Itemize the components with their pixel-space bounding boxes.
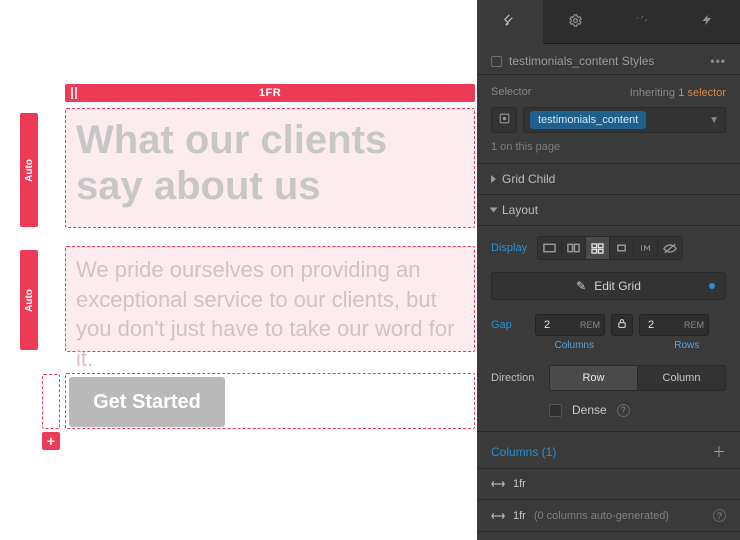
display-block-button[interactable] (538, 237, 562, 259)
gap-rows-sublabel: Rows (648, 340, 727, 351)
column-drag-handle-icon[interactable] (71, 87, 77, 99)
grid-cell-heading[interactable]: What our clients say about us (65, 108, 475, 228)
display-label: Display (491, 242, 531, 254)
lock-icon (617, 318, 627, 332)
styles-breadcrumb: testimonials_content Styles (509, 54, 654, 68)
cta-button[interactable]: Get Started (69, 377, 225, 427)
gap-label: Gap (491, 319, 529, 331)
panel-tabs (477, 0, 740, 44)
column-item[interactable]: 1fr (477, 469, 740, 500)
inheriting-count[interactable]: 1 selector (678, 87, 726, 99)
selector-count: 1 on this page (491, 141, 726, 153)
body-text: We pride ourselves on providing an excep… (76, 255, 464, 374)
modified-indicator-icon (709, 283, 715, 289)
selector-section: Selector Inheriting 1 selector testimoni… (477, 75, 740, 164)
bolt-icon (701, 13, 713, 31)
direction-row-button[interactable]: Row (550, 366, 638, 390)
display-button-group (537, 236, 683, 260)
direction-label: Direction (491, 372, 541, 384)
grid-column-header[interactable]: 1FR (65, 84, 475, 102)
grid-row-fr-placeholder[interactable] (42, 374, 60, 429)
help-icon[interactable]: ? (713, 509, 726, 522)
dense-label: Dense (572, 403, 607, 417)
display-inline-button[interactable] (634, 237, 658, 259)
styles-breadcrumb-section: testimonials_content Styles ••• (477, 44, 740, 75)
columns-section-header[interactable]: Columns (1) ＋ (477, 432, 740, 469)
selector-target-button[interactable] (491, 107, 517, 133)
flex-icon (567, 243, 580, 253)
gap-rows-input[interactable]: 2 REM (639, 314, 709, 336)
block-icon (543, 243, 556, 253)
tab-interactions[interactable] (674, 0, 740, 44)
brush-icon (503, 13, 517, 31)
selector-chip-field[interactable]: testimonials_content ▼ (523, 107, 726, 133)
display-grid-button[interactable] (586, 237, 610, 259)
grid-row-badge-1[interactable]: Auto (20, 113, 38, 227)
inline-block-icon (615, 243, 628, 253)
selector-chip[interactable]: testimonials_content (530, 111, 646, 129)
help-icon[interactable]: ? (617, 404, 630, 417)
edit-grid-button[interactable]: ✎ Edit Grid (491, 272, 726, 300)
heading-text: What our clients say about us (76, 117, 464, 209)
dense-checkbox[interactable] (549, 404, 562, 417)
caret-down-icon (490, 208, 498, 213)
display-flex-button[interactable] (562, 237, 586, 259)
gap-columns-input[interactable]: 2 REM (535, 314, 605, 336)
tab-settings[interactable] (543, 0, 609, 44)
chevron-down-icon[interactable]: ▼ (709, 115, 719, 126)
direction-segment: Row Column (549, 365, 726, 391)
selector-label: Selector (491, 86, 531, 98)
grid-cell-body[interactable]: We pride ourselves on providing an excep… (65, 246, 475, 352)
tab-effects[interactable] (609, 0, 675, 44)
style-panel: testimonials_content Styles ••• Selector… (477, 0, 740, 540)
layout-section-body: Display ✎ Edit Grid Gap 2 REM (477, 226, 740, 432)
add-row-button[interactable]: + (42, 432, 60, 450)
styles-more-icon[interactable]: ••• (710, 54, 726, 68)
display-none-button[interactable] (658, 237, 682, 259)
inline-icon (639, 243, 653, 253)
section-grid-child[interactable]: Grid Child (477, 164, 740, 195)
droplets-icon (634, 13, 649, 32)
inheriting-label: Inheriting (630, 87, 675, 99)
class-checkbox[interactable] (491, 56, 502, 67)
add-column-button[interactable]: ＋ (712, 442, 726, 462)
width-arrows-icon (491, 480, 505, 488)
grid-icon (591, 243, 604, 254)
design-canvas[interactable]: 1FR Auto Auto + What our clients say abo… (0, 0, 477, 540)
width-arrows-icon (491, 512, 505, 520)
direction-column-button[interactable]: Column (638, 366, 725, 390)
gear-icon (568, 13, 583, 32)
column-item-auto[interactable]: 1fr (0 columns auto-generated) ? (477, 500, 740, 532)
pencil-icon: ✎ (576, 279, 586, 293)
caret-right-icon (491, 175, 496, 183)
display-inlineblock-button[interactable] (610, 237, 634, 259)
gap-lock-button[interactable] (611, 314, 633, 336)
gap-columns-sublabel: Columns (535, 340, 614, 351)
tab-style[interactable] (477, 0, 543, 44)
section-layout[interactable]: Layout (477, 195, 740, 226)
eye-off-icon (663, 243, 677, 254)
grid-row-badge-2[interactable]: Auto (20, 250, 38, 350)
crosshair-icon (498, 112, 511, 128)
column-header-label: 1FR (65, 84, 475, 102)
grid-cell-cta[interactable]: Get Started (65, 373, 475, 429)
